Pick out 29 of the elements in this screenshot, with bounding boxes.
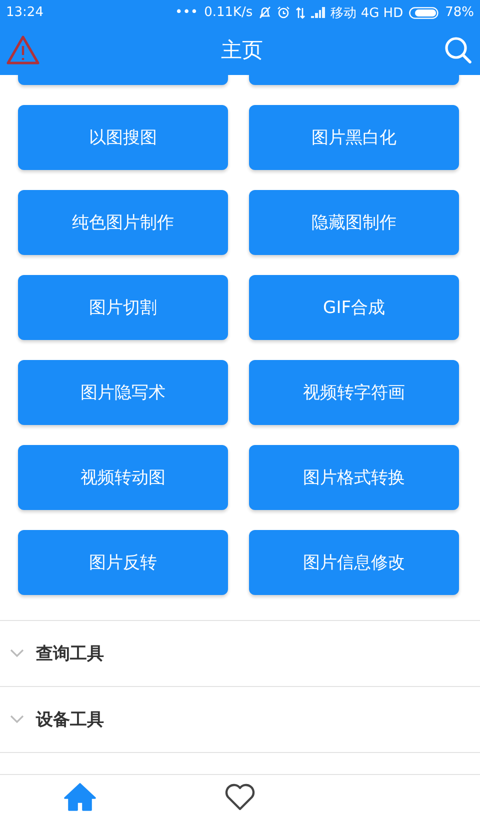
tool-button[interactable]: 隐藏图制作 [249, 190, 459, 255]
tool-button[interactable]: 纯色图片制作 [18, 190, 228, 255]
carrier-label: 移动 4G HD [330, 4, 404, 22]
data-arrows-icon [296, 6, 305, 18]
heart-icon[interactable] [224, 783, 256, 811]
network-speed: 0.11K/s [204, 5, 253, 20]
tool-button[interactable]: 图片隐写术 [18, 360, 228, 425]
battery-icon [409, 6, 440, 18]
home-icon[interactable] [64, 783, 96, 811]
bell-off-icon [258, 6, 271, 19]
tool-button[interactable]: GIF合成 [249, 275, 459, 340]
tool-button[interactable]: 图片格式转换 [249, 445, 459, 510]
page-title: 主页 [221, 37, 263, 64]
tool-button[interactable]: 图片黑白化 [249, 105, 459, 170]
alarm-icon [276, 6, 290, 19]
battery-percent: 78% [445, 5, 474, 20]
section-header[interactable]: 查询工具 [0, 621, 480, 687]
tool-button[interactable]: 图片反转 [18, 530, 228, 595]
status-time: 13:24 [6, 5, 44, 20]
tool-button[interactable]: 图片切割 [18, 275, 228, 340]
tool-button[interactable]: 图片信息修改 [249, 530, 459, 595]
warning-icon[interactable] [6, 35, 40, 65]
status-dots: ••• [175, 5, 198, 20]
search-icon[interactable] [444, 36, 472, 64]
tool-button[interactable]: 视频转动图 [18, 445, 228, 510]
signal-icon [310, 7, 325, 18]
tool-button[interactable]: 以图搜图 [18, 105, 228, 170]
section-header[interactable]: 设备工具 [0, 687, 480, 753]
tool-button[interactable]: 视频转字符画 [249, 360, 459, 425]
